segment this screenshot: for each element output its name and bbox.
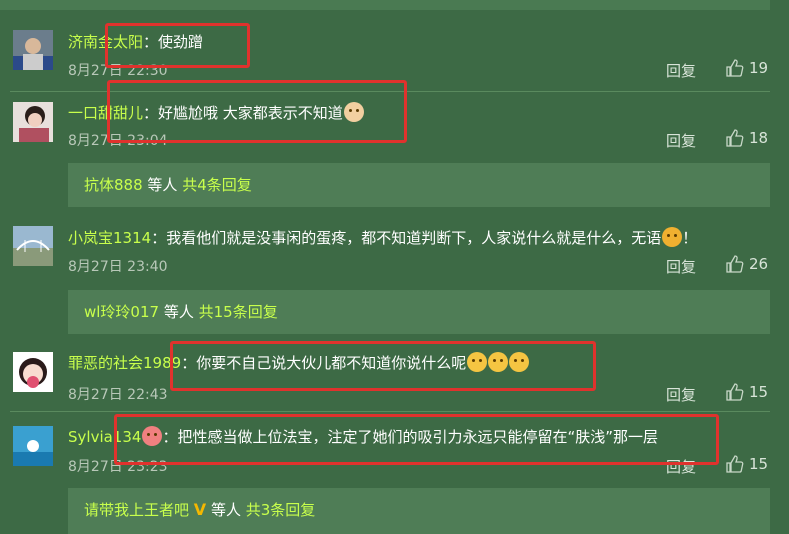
comment-line: 一口甜甜儿：好尴尬哦 大家都表示不知道 (68, 102, 364, 123)
username-link[interactable]: 济南金太阳 (68, 33, 143, 51)
subreply-count[interactable]: 共15条回复 (199, 303, 278, 321)
subreply-middle: 等人 (159, 303, 199, 321)
vip-badge-icon: V (193, 500, 207, 519)
timestamp: 8月27日 23:23 (68, 459, 168, 475)
reply-button[interactable]: 回复 (666, 130, 696, 151)
avatar[interactable] (13, 426, 53, 466)
reply-button[interactable]: 回复 (666, 60, 696, 81)
avatar[interactable] (13, 226, 53, 266)
like-button[interactable]: 15 (726, 383, 768, 401)
username-link[interactable]: 罪恶的社会1989 (68, 354, 181, 372)
like-count: 19 (749, 59, 769, 77)
subreply-user[interactable]: wl玲玲017 (84, 303, 159, 321)
colon: ： (143, 104, 159, 122)
like-count: 15 (749, 383, 769, 401)
avatar[interactable] (13, 30, 53, 70)
laugh-cry-emoji-icon (467, 352, 488, 372)
timestamp: 8月27日 22:30 (68, 63, 168, 79)
comment-text: 我看他们就是没事闲的蛋疼，都不知道判断下，人家说什么就是什么，无语 (166, 229, 662, 247)
comment-line: 小岚宝1314：我看他们就是没事闲的蛋疼，都不知道判断下，人家说什么就是什么，无… (68, 227, 697, 248)
colon: ： (143, 33, 159, 51)
username-link[interactable]: Sylvia134 (68, 428, 141, 446)
comment-text: 你要不自己说大伙儿都不知道你说什么呢 (196, 354, 467, 372)
like-count: 26 (749, 255, 769, 273)
timestamp: 8月27日 23:40 (68, 259, 168, 275)
subreply-user[interactable]: 抗体888 (84, 176, 143, 194)
reply-button[interactable]: 回复 (666, 384, 696, 405)
thumbs-up-icon (726, 129, 744, 147)
subreply-user[interactable]: 请带我上王者吧 (84, 501, 189, 519)
subreply-count[interactable]: 共3条回复 (246, 501, 316, 519)
colon: ： (181, 354, 197, 372)
avatar[interactable] (13, 102, 53, 142)
like-button[interactable]: 18 (726, 129, 768, 147)
laugh-cry-emoji-icon (509, 352, 530, 372)
comment-item: 一口甜甜儿：好尴尬哦 大家都表示不知道 8月27日 23:04 回复 18 (0, 92, 770, 164)
subreply-summary[interactable]: 抗体888 等人 共4条回复 (68, 163, 770, 207)
reply-button[interactable]: 回复 (666, 456, 696, 477)
timestamp: 8月27日 23:04 (68, 133, 168, 149)
colon: ： (162, 428, 178, 446)
comment-item: 济南金太阳：使劲蹭 8月27日 22:30 回复 19 (0, 20, 770, 92)
thumbs-up-icon (726, 455, 744, 473)
avatar[interactable] (13, 352, 53, 392)
comment-item: 罪恶的社会1989：你要不自己说大伙儿都不知道你说什么呢 8月27日 22:43… (0, 338, 770, 410)
subreply-middle: 等人 (142, 176, 183, 194)
previous-panel-edge (0, 0, 770, 10)
doge-emoji-icon (343, 102, 364, 122)
comment-line: 罪恶的社会1989：你要不自己说大伙儿都不知道你说什么呢 (68, 352, 530, 373)
comment-text: 把性感当做上位法宝，注定了她们的吸引力永远只能停留在“肤浅”那一层 (177, 428, 658, 446)
like-button[interactable]: 15 (726, 455, 768, 473)
comment-line: Sylvia134 ：把性感当做上位法宝，注定了她们的吸引力永远只能停留在“肤浅”… (68, 426, 658, 447)
comment-text: 好尴尬哦 大家都表示不知道 (158, 104, 343, 122)
subreply-summary[interactable]: 请带我上王者吧 V 等人 共3条回复 (68, 488, 770, 534)
subreply-middle: 等人 (206, 501, 246, 519)
subreply-count[interactable]: 共4条回复 (182, 176, 252, 194)
laugh-cry-emoji-icon (488, 352, 509, 372)
thumbs-up-icon (726, 255, 744, 273)
comment-item: Sylvia134 ：把性感当做上位法宝，注定了她们的吸引力永远只能停留在“肤浅”… (0, 412, 770, 484)
comment-text-end: ！ (682, 229, 698, 247)
comment-item: 小岚宝1314：我看他们就是没事闲的蛋疼，都不知道判断下，人家说什么就是什么，无… (0, 212, 770, 284)
timestamp: 8月27日 22:43 (68, 387, 168, 403)
like-count: 15 (749, 455, 769, 473)
username-link[interactable]: 小岚宝1314 (68, 229, 151, 247)
comment-text: 使劲蹭 (158, 33, 204, 51)
annoyed-emoji-icon (662, 227, 683, 247)
subreply-summary[interactable]: wl玲玲017 等人 共15条回复 (68, 290, 770, 334)
username-link[interactable]: 一口甜甜儿 (68, 104, 143, 122)
like-count: 18 (749, 129, 769, 147)
reply-button[interactable]: 回复 (666, 256, 696, 277)
colon: ： (151, 229, 167, 247)
like-button[interactable]: 19 (726, 59, 768, 77)
thumbs-up-icon (726, 383, 744, 401)
like-button[interactable]: 26 (726, 255, 768, 273)
comment-line: 济南金太阳：使劲蹭 (68, 31, 203, 52)
thumbs-up-icon (726, 59, 744, 77)
gift-emoji-icon (142, 426, 163, 446)
